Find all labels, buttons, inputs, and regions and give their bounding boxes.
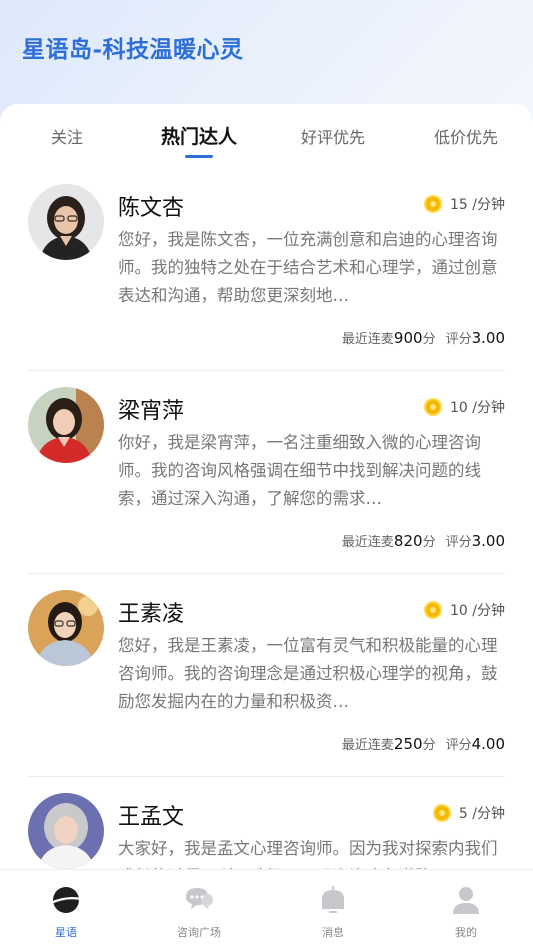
filter-tabs: 关注 热门达人 好评优先 低价优先 <box>0 104 533 166</box>
consultant-stats: 最近连麦 820 分 评分 3.00 <box>341 532 505 550</box>
coin-icon <box>424 398 443 416</box>
consultant-description: 大家好，我是孟文心理咨询师。因为我对探索内我们成长的过程，所以选择了心理咨询这条… <box>118 839 498 869</box>
coin-icon <box>424 195 443 213</box>
nav-label: 消息 <box>322 926 344 939</box>
consultant-card[interactable]: 梁宵萍 10 /分钟 你好，我是梁宵萍，一名注重细致入微的心理咨询师。我的咨询风… <box>28 371 505 574</box>
consultant-card[interactable]: 王素凌 10 /分钟 您好，我是王素凌，一位富有灵气和积极能量的心理咨询师。我的… <box>28 574 505 777</box>
nav-item-xingyu[interactable]: 星语 <box>26 884 106 940</box>
streak-value: 820 <box>393 532 423 550</box>
avatar[interactable] <box>28 387 104 463</box>
bell-icon <box>322 886 344 913</box>
tab-follow[interactable]: 关注 <box>51 124 83 148</box>
consultant-name: 梁宵萍 <box>118 399 185 424</box>
consultant-list[interactable]: 陈文杏 15 /分钟 您好，我是陈文杏，一位充满创意和启迪的心理咨询师。我的独特… <box>0 168 533 869</box>
app-title: 星语岛-科技温暖心灵 <box>22 36 244 63</box>
coin-icon <box>432 804 451 822</box>
consultant-stats: 最近连麦 900 分 评分 3.00 <box>341 329 505 347</box>
tab-low-price[interactable]: 低价优先 <box>434 124 498 148</box>
avatar[interactable] <box>28 793 104 869</box>
nav-item-mine[interactable]: 我的 <box>426 884 506 940</box>
avatar[interactable] <box>28 590 104 666</box>
consultant-description: 您好，我是王素凌，一位富有灵气和积极能量的心理咨询师。我的咨询理念是通过积极心理… <box>118 636 498 711</box>
rating-value: 3.00 <box>471 532 505 550</box>
planet-icon <box>50 887 82 913</box>
consultant-card[interactable]: 陈文杏 15 /分钟 您好，我是陈文杏，一位充满创意和启迪的心理咨询师。我的独特… <box>28 168 505 371</box>
nav-item-messages[interactable]: 消息 <box>293 884 373 940</box>
consultant-description: 您好，我是陈文杏，一位充满创意和启迪的心理咨询师。我的独特之处在于结合艺术和心理… <box>118 230 498 305</box>
consultant-description: 你好，我是梁宵萍，一名注重细致入微的心理咨询师。我的咨询风格强调在细节中找到解决… <box>118 433 481 508</box>
streak-value: 900 <box>393 329 423 347</box>
price-per-minute: 15 /分钟 <box>424 194 505 214</box>
consultant-name: 陈文杏 <box>118 196 185 221</box>
nav-label: 星语 <box>55 926 77 939</box>
consultant-name: 王素凌 <box>118 602 185 627</box>
person-icon <box>453 887 479 914</box>
active-tab-indicator <box>184 155 213 158</box>
consultant-stats: 最近连麦 250 分 评分 4.00 <box>341 735 505 753</box>
price-per-minute: 5 /分钟 <box>432 803 505 823</box>
consultant-card[interactable]: 王孟文 5 /分钟 大家好，我是孟文心理咨询师。因为我对探索内我们成长的过程，所… <box>28 777 505 869</box>
coin-icon <box>424 601 443 619</box>
price-per-minute: 10 /分钟 <box>424 600 505 620</box>
rating-value: 3.00 <box>471 329 505 347</box>
main-content: 关注 热门达人 好评优先 低价优先 陈文杏 15 /分钟 您好，我是陈文杏，一位… <box>0 104 533 869</box>
avatar[interactable] <box>28 184 104 260</box>
nav-label: 咨询广场 <box>177 926 221 939</box>
price-per-minute: 10 /分钟 <box>424 397 505 417</box>
tab-popular[interactable]: 热门达人 <box>161 122 237 158</box>
bottom-nav: 星语 咨询广场 消息 我的 <box>0 869 533 948</box>
nav-item-consult-square[interactable]: 咨询广场 <box>159 884 239 940</box>
rating-value: 4.00 <box>471 735 505 753</box>
streak-value: 250 <box>393 735 423 753</box>
consultant-name: 王孟文 <box>118 805 185 830</box>
nav-label: 我的 <box>455 926 477 939</box>
chat-bubbles-icon <box>186 888 213 910</box>
tab-top-rated[interactable]: 好评优先 <box>301 124 365 148</box>
